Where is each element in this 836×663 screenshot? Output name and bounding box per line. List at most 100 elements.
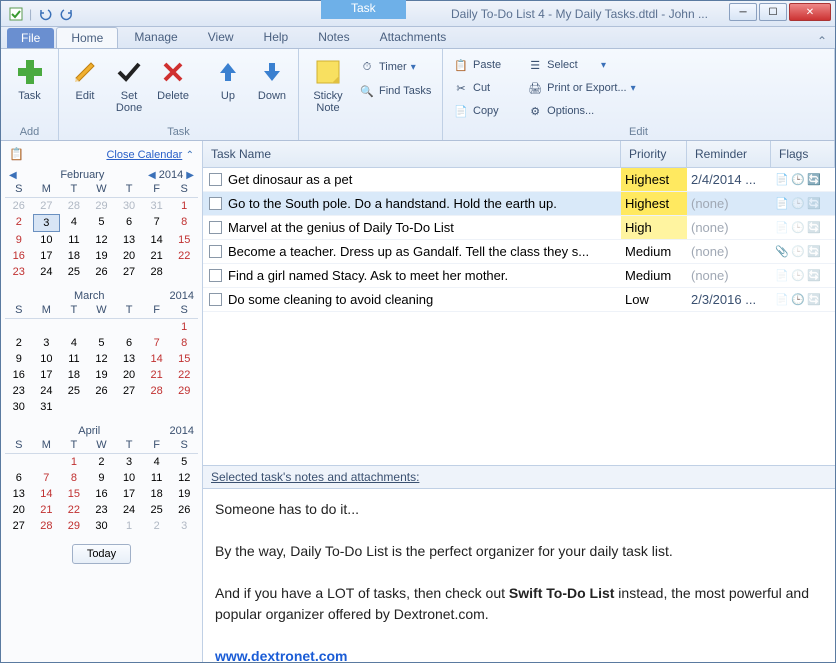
calendar-day[interactable]: 12 [88,351,116,367]
calendar-day[interactable]: 20 [5,502,33,518]
calendar-day[interactable]: 21 [143,367,171,383]
calendar-day[interactable]: 2 [5,335,33,351]
col-task-name[interactable]: Task Name [203,141,621,167]
note-icon[interactable]: 📄 [775,173,789,187]
calendar-day[interactable]: 1 [60,454,88,470]
task-row[interactable]: Become a teacher. Dress up as Gandalf. T… [203,240,835,264]
close-calendar-link[interactable]: Close Calendar [106,149,182,161]
attach-icon[interactable]: 📎 [775,245,789,259]
calendar-day[interactable]: 6 [115,335,143,351]
calendar-day[interactable]: 24 [115,502,143,518]
col-priority[interactable]: Priority [621,141,687,167]
calendar-day[interactable]: 12 [170,470,198,486]
calendar-day[interactable]: 13 [5,486,33,502]
calendar-day[interactable]: 16 [88,486,116,502]
edit-button[interactable]: Edit [65,53,105,105]
calendar-day[interactable]: 23 [88,502,116,518]
calendar-day[interactable]: 11 [143,470,171,486]
calendar-day[interactable]: 14 [33,486,61,502]
calendar-day[interactable]: 2 [5,214,33,232]
calendar-day[interactable]: 27 [5,518,33,534]
calendar-day[interactable]: 5 [88,335,116,351]
calendar-day[interactable]: 29 [170,383,198,399]
calendar-day[interactable]: 13 [115,351,143,367]
task-checkbox[interactable] [209,293,222,306]
calendar-day[interactable]: 22 [60,502,88,518]
calendar-day[interactable]: 8 [60,470,88,486]
calendar-day[interactable]: 7 [143,335,171,351]
calendar-day[interactable]: 23 [5,383,33,399]
select-button[interactable]: ☰Select ▾ [523,55,640,75]
app-icon[interactable] [7,5,25,23]
calendar-day[interactable]: 4 [60,214,88,232]
menu-tab-help[interactable]: Help [250,27,303,48]
calendar-day[interactable]: 26 [170,502,198,518]
prev-month-icon[interactable]: ◀ [9,170,17,181]
minimize-button[interactable]: ─ [729,3,757,21]
ribbon-collapse-icon[interactable]: ⌃ [809,34,835,48]
task-checkbox[interactable] [209,245,222,258]
calendar-day[interactable]: 28 [143,383,171,399]
task-checkbox[interactable] [209,269,222,282]
calendar-day[interactable]: 22 [170,367,198,383]
calendar-day[interactable]: 22 [170,248,198,264]
calendar-day[interactable]: 10 [115,470,143,486]
clock-icon[interactable]: 🕒 [791,293,805,307]
calendar-day[interactable]: 18 [60,248,88,264]
clock-icon[interactable]: 🕒 [791,245,805,259]
calendar-day[interactable]: 18 [143,486,171,502]
calendar-day[interactable]: 26 [88,264,116,280]
col-reminder[interactable]: Reminder [687,141,771,167]
calendar-day[interactable]: 31 [33,399,61,415]
set-done-button[interactable]: Set Done [109,53,149,117]
calendar-day[interactable]: 20 [115,367,143,383]
move-down-button[interactable]: Down [252,53,292,105]
calendar-day[interactable]: 23 [5,264,33,280]
calendar-day[interactable]: 15 [170,351,198,367]
calendar-day[interactable]: 10 [33,351,61,367]
cut-button[interactable]: ✂Cut [449,78,505,98]
calendar-day[interactable]: 25 [60,264,88,280]
calendar-day[interactable]: 13 [115,232,143,248]
options-button[interactable]: ⚙Options... [523,101,640,121]
calendar-day[interactable]: 17 [33,367,61,383]
sync-icon[interactable]: 🔄 [807,269,821,283]
task-row[interactable]: Marvel at the genius of Daily To-Do List… [203,216,835,240]
calendar-day[interactable]: 7 [143,214,171,232]
task-checkbox[interactable] [209,173,222,186]
print-export-button[interactable]: 🖨Print or Export... ▾ [523,78,640,98]
calendar-day[interactable]: 5 [170,454,198,470]
note-icon[interactable]: 📄 [775,197,789,211]
clock-icon[interactable]: 🕒 [791,269,805,283]
calendar-day[interactable]: 8 [170,335,198,351]
calendar-day[interactable]: 3 [115,454,143,470]
calendar-day[interactable]: 19 [88,367,116,383]
task-row[interactable]: Get dinosaur as a petHighest2/4/2014 ...… [203,168,835,192]
calendar-day[interactable]: 5 [88,214,116,232]
calendar-day[interactable]: 19 [170,486,198,502]
delete-button[interactable]: Delete [153,53,193,105]
clock-icon[interactable]: 🕒 [791,197,805,211]
file-menu[interactable]: File [7,28,54,48]
task-row[interactable]: Go to the South pole. Do a handstand. Ho… [203,192,835,216]
calendar-day[interactable]: 1 [170,319,198,335]
calendar-day[interactable]: 29 [60,518,88,534]
maximize-button[interactable]: ☐ [759,3,787,21]
today-button[interactable]: Today [72,544,131,564]
paste-button[interactable]: 📋Paste [449,55,505,75]
calendar-day[interactable]: 7 [33,470,61,486]
move-up-button[interactable]: Up [208,53,248,105]
calendar-day[interactable]: 21 [33,502,61,518]
menu-tab-view[interactable]: View [194,27,248,48]
calendar-day[interactable]: 27 [115,264,143,280]
clock-icon[interactable]: 🕒 [791,173,805,187]
note-icon[interactable]: 📄 [775,221,789,235]
calendar-day[interactable]: 2 [88,454,116,470]
calendar-day[interactable]: 3 [33,335,61,351]
calendar-day[interactable]: 8 [170,214,198,232]
menu-tab-manage[interactable]: Manage [120,27,191,48]
calendar-day[interactable]: 30 [5,399,33,415]
notes-body[interactable]: Someone has to do it... By the way, Dail… [203,489,835,662]
calendar-day[interactable]: 18 [60,367,88,383]
calendar-day[interactable]: 15 [170,232,198,248]
